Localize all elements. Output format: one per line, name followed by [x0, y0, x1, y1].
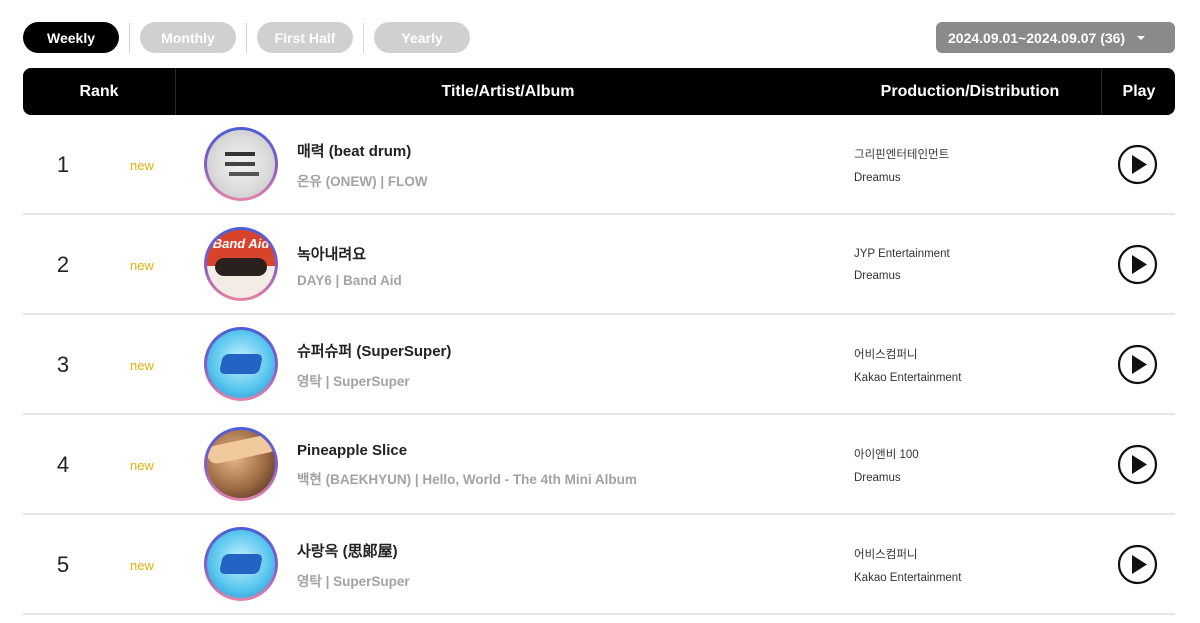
new-badge: new [130, 357, 154, 373]
period-tabs: Weekly Monthly First Half Yearly [23, 22, 470, 53]
song-info: 사랑옥 (思郞屋) 영탁 | SuperSuper [297, 515, 410, 615]
header-title: Title/Artist/Album [441, 82, 575, 100]
album-art-image [207, 530, 275, 598]
song-info: 매력 (beat drum) 온유 (ONEW) | FLOW [297, 115, 428, 215]
production-distribution: 어비스컴퍼니 Kakao Entertainment [854, 315, 961, 415]
album-art-image [207, 330, 275, 398]
tab-weekly[interactable]: Weekly [23, 22, 119, 53]
artist-album[interactable]: 온유 (ONEW) | FLOW [297, 170, 428, 190]
caret-down-icon [1137, 35, 1146, 40]
production-company: 어비스컴퍼니 [854, 349, 918, 361]
artist-album[interactable]: 영탁 | SuperSuper [297, 570, 410, 590]
tab-first-half[interactable]: First Half [257, 22, 353, 53]
table-row: 2 new Band Aid 녹아내려요 DAY6 | Band Aid JYP… [23, 215, 1175, 315]
tab-yearly[interactable]: Yearly [374, 22, 470, 53]
header-rank: Rank [23, 68, 176, 115]
production-distribution: JYP Entertainment Dreamus [854, 215, 950, 315]
song-title[interactable]: 슈퍼슈퍼 (SuperSuper) [297, 340, 451, 361]
distribution-company: Dreamus [854, 472, 901, 484]
header-production: Production/Distribution [839, 68, 1102, 115]
album-art-image [207, 130, 275, 198]
distribution-company: Dreamus [854, 270, 901, 282]
play-button-icon[interactable] [1117, 444, 1158, 485]
play-button-icon[interactable] [1117, 544, 1158, 585]
artist-album[interactable]: 백현 (BAEKHYUN) | Hello, World - The 4th M… [297, 468, 637, 488]
tab-monthly[interactable]: Monthly [140, 22, 236, 53]
rank-number: 1 [56, 152, 70, 177]
rank-number: 4 [56, 452, 70, 477]
production-distribution: 그리핀엔터테인먼트 Dreamus [854, 115, 949, 215]
song-info: 슈퍼슈퍼 (SuperSuper) 영탁 | SuperSuper [297, 315, 451, 415]
song-title[interactable]: 매력 (beat drum) [297, 140, 428, 161]
rank-number: 3 [56, 352, 70, 377]
tab-divider [246, 22, 247, 53]
table-header: Rank Title/Artist/Album Production/Distr… [23, 68, 1175, 115]
table-row: 3 new 슈퍼슈퍼 (SuperSuper) 영탁 | SuperSuper … [23, 315, 1175, 415]
production-distribution: 어비스컴퍼니 Kakao Entertainment [854, 515, 961, 615]
song-info: Pineapple Slice 백현 (BAEKHYUN) | Hello, W… [297, 415, 637, 515]
album-cover[interactable] [204, 527, 278, 601]
rank-number: 5 [56, 552, 70, 577]
distribution-company: Kakao Entertainment [854, 572, 962, 584]
tab-divider [363, 22, 364, 53]
song-title[interactable]: 녹아내려요 [297, 243, 402, 264]
table-row: 1 new 매력 (beat drum) 온유 (ONEW) | FLOW 그리… [23, 115, 1175, 215]
distribution-company: Kakao Entertainment [854, 372, 962, 384]
song-title[interactable]: Pineapple Slice [297, 442, 637, 459]
album-art-image: Band Aid [207, 230, 275, 298]
tab-divider [129, 22, 130, 53]
date-range-select[interactable]: 2024.09.01~2024.09.07 (36) [936, 22, 1175, 53]
production-company: JYP Entertainment [854, 248, 950, 260]
play-button-icon[interactable] [1117, 244, 1158, 285]
song-info: 녹아내려요 DAY6 | Band Aid [297, 215, 402, 315]
play-button-icon[interactable] [1117, 144, 1158, 185]
album-art-image [207, 430, 275, 498]
new-badge: new [130, 257, 154, 273]
date-range-value: 2024.09.01~2024.09.07 (36) [948, 29, 1126, 46]
play-button-icon[interactable] [1117, 344, 1158, 385]
album-cover[interactable] [204, 427, 278, 501]
artist-album[interactable]: 영탁 | SuperSuper [297, 370, 451, 390]
production-company: 어비스컴퍼니 [854, 549, 918, 561]
artist-album[interactable]: DAY6 | Band Aid [297, 273, 402, 288]
album-cover[interactable] [204, 127, 278, 201]
header-play: Play [1122, 82, 1156, 100]
chart-list: 1 new 매력 (beat drum) 온유 (ONEW) | FLOW 그리… [23, 115, 1175, 615]
album-cover[interactable] [204, 327, 278, 401]
song-title[interactable]: 사랑옥 (思郞屋) [297, 540, 410, 561]
production-distribution: 아이앤비 100 Dreamus [854, 415, 919, 515]
distribution-company: Dreamus [854, 172, 901, 184]
production-company: 그리핀엔터테인먼트 [854, 149, 950, 161]
album-cover[interactable]: Band Aid [204, 227, 278, 301]
new-badge: new [130, 457, 154, 473]
table-row: 5 new 사랑옥 (思郞屋) 영탁 | SuperSuper 어비스컴퍼니 K… [23, 515, 1175, 615]
rank-number: 2 [56, 252, 70, 277]
table-row: 4 new Pineapple Slice 백현 (BAEKHYUN) | He… [23, 415, 1175, 515]
new-badge: new [130, 557, 154, 573]
production-company: 아이앤비 100 [854, 449, 919, 461]
cover-text: Band Aid [212, 236, 270, 251]
new-badge: new [130, 157, 154, 173]
